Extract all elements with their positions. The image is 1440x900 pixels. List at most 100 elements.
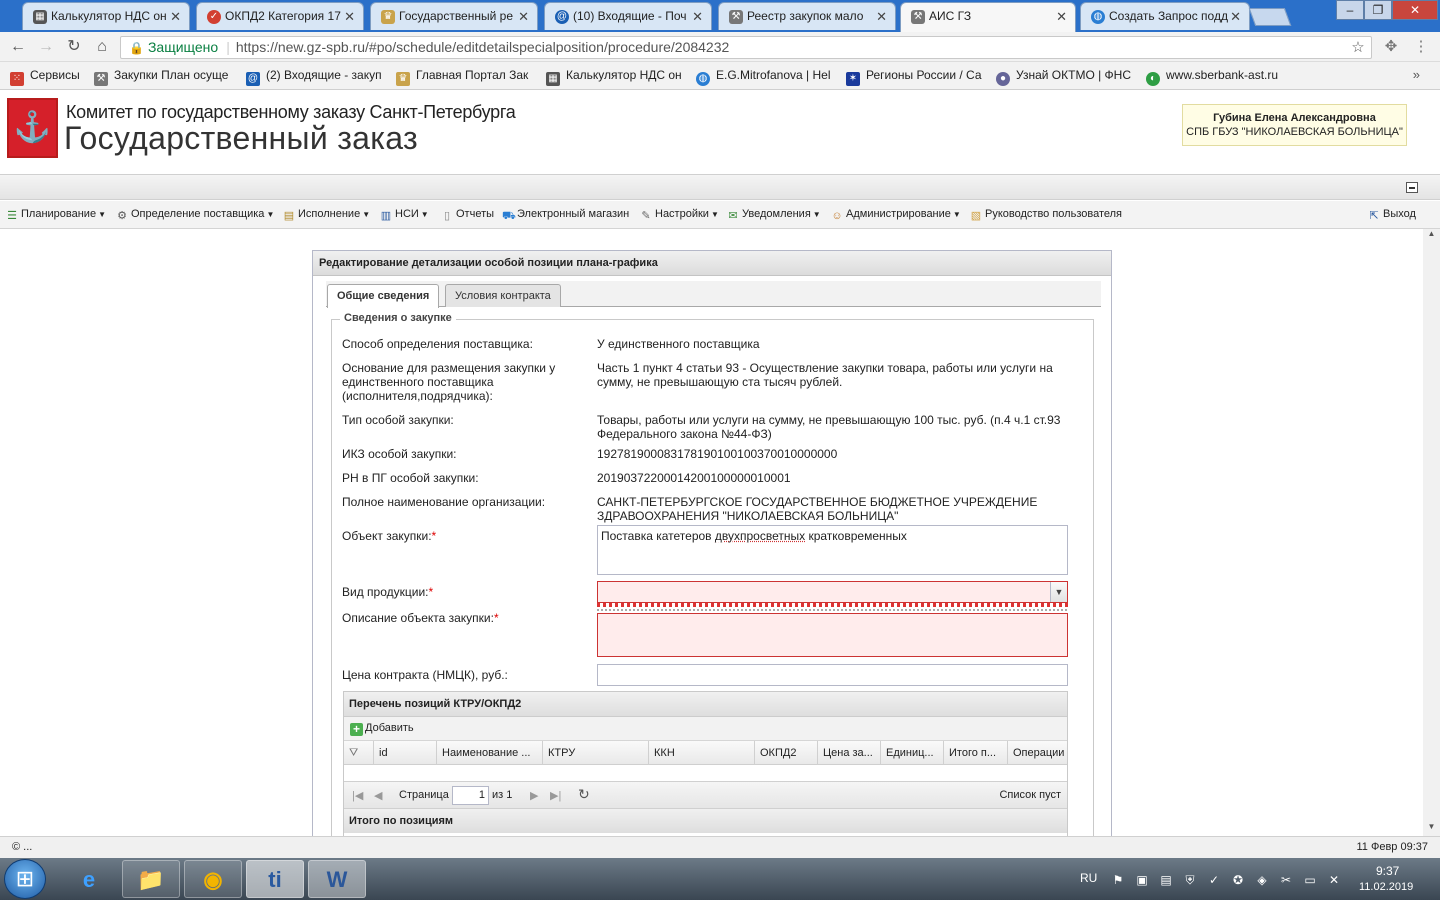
status-datetime: 11 Февр 09:37 — [1356, 841, 1429, 853]
menu-supplier-selection[interactable]: ⚙ Определение поставщика ▼ — [116, 208, 274, 222]
forward-arrow-icon[interactable]: → — [36, 37, 56, 57]
scroll-down-icon[interactable]: ▼ — [1423, 822, 1440, 836]
refresh-icon[interactable]: ↻ — [578, 786, 590, 803]
menu-reports[interactable]: ▯ Отчеты — [441, 208, 494, 222]
first-page-icon[interactable]: |◀ — [352, 789, 363, 802]
column-header[interactable]: ОКПД2 — [755, 741, 818, 765]
close-icon[interactable]: ✕ — [692, 3, 703, 30]
menu-e-shop[interactable]: ⛟Электронный магазин — [502, 208, 629, 222]
menu-user-guide[interactable]: ▧ Руководство пользователя — [970, 208, 1122, 222]
bookmark-apps[interactable]: ⁙ Сервисы — [10, 68, 90, 86]
browser-tab-5[interactable]: ⚒ Реестр закупок мало ✕ — [718, 2, 896, 30]
bookmarks-overflow-icon[interactable]: » — [1413, 67, 1420, 82]
secure-label: Защищено — [147, 39, 219, 55]
column-header[interactable]: ККН — [649, 741, 755, 765]
tray-icon[interactable]: ✪ — [1230, 872, 1246, 888]
next-page-icon[interactable]: ▶ — [530, 789, 538, 802]
chrome-icon[interactable]: ◉ — [184, 860, 242, 898]
purchase-object-textarea[interactable]: Поставка катетеров двухпросветных кратко… — [597, 525, 1068, 575]
bookmark-item[interactable]: ✶ Регионы России / Са — [846, 68, 986, 86]
browser-tab-1[interactable]: ▦ Калькулятор НДС он ✕ — [22, 2, 190, 30]
extension-icon[interactable]: ✥ — [1382, 38, 1400, 56]
close-icon[interactable]: ✕ — [1056, 3, 1067, 30]
column-header[interactable]: Цена за... — [818, 741, 881, 765]
page-header: ⚓ Комитет по государственному заказу Сан… — [0, 90, 1440, 174]
column-header[interactable]: Единиц... — [881, 741, 944, 765]
menu-administration[interactable]: ☺ Администрирование ▼ — [831, 208, 960, 222]
bookmark-star-icon[interactable]: ☆ — [1345, 37, 1371, 58]
bookmark-item[interactable]: ◐ www.sberbank-ast.ru — [1146, 68, 1296, 86]
scroll-up-icon[interactable]: ▲ — [1423, 229, 1440, 243]
bookmark-item[interactable]: ⚒ Закупки План осуще — [94, 68, 234, 86]
column-header[interactable]: КТРУ — [543, 741, 649, 765]
volume-muted-icon[interactable]: ✕ — [1326, 872, 1342, 888]
prev-page-icon[interactable]: ◀ — [374, 789, 382, 802]
network-icon[interactable]: ▭ — [1302, 872, 1318, 888]
column-header[interactable]: Итого п... — [944, 741, 1008, 765]
menu-planning[interactable]: ☰ Планирование ▼ — [6, 208, 106, 222]
browser-tab-7[interactable]: ◍ Создать Запрос подд ✕ — [1080, 2, 1250, 30]
page-label: Страница — [399, 789, 449, 801]
tray-icon[interactable]: ⛨ — [1182, 872, 1198, 888]
close-icon[interactable]: ✕ — [170, 3, 181, 30]
filter-icon[interactable]: ⛛ — [344, 741, 374, 765]
maximize-button[interactable]: ❐ — [1364, 0, 1392, 20]
minimize-button[interactable]: – — [1336, 0, 1364, 20]
tray-icon[interactable]: ✂ — [1278, 872, 1294, 888]
ie-icon[interactable]: e — [60, 860, 118, 898]
window-close-button[interactable]: ✕ — [1392, 0, 1438, 20]
word-icon[interactable]: W — [308, 860, 366, 898]
exit-button[interactable]: ⇱ Выход — [1368, 208, 1416, 222]
browser-tab-2[interactable]: ✓ ОКПД2 Категория 17 ✕ — [196, 2, 364, 30]
column-header[interactable]: Операции — [1008, 741, 1069, 765]
bookmark-item[interactable]: ● Узнай ОКТМО | ФНС — [996, 68, 1134, 86]
chrome-menu-icon[interactable]: ⋮ — [1412, 38, 1430, 56]
chevron-down-icon[interactable]: ▼ — [1050, 582, 1067, 602]
column-header[interactable]: Наименование ... — [437, 741, 543, 765]
url-field[interactable]: 🔒 Защищено | https://new.gz-spb.ru/#po/sche… — [120, 36, 1372, 59]
main-menu: ☰ Планирование ▼ ⚙ Определение поставщика ▼ … — [0, 201, 1440, 229]
collapse-header-button[interactable] — [1406, 182, 1418, 193]
tray-icon[interactable]: ▤ — [1158, 872, 1174, 888]
menu-settings[interactable]: ✎ Настройки ▼ — [640, 208, 718, 222]
home-icon[interactable]: ⌂ — [92, 37, 112, 57]
clock-date[interactable]: 11.02.2019 — [1359, 881, 1413, 893]
tab-contract-terms[interactable]: Условия контракта — [445, 284, 561, 307]
back-arrow-icon[interactable]: ← — [8, 37, 28, 57]
language-indicator[interactable]: RU — [1080, 871, 1097, 885]
close-icon[interactable]: ✕ — [518, 3, 529, 30]
menu-notifications[interactable]: ✉ Уведомления ▼ — [727, 208, 820, 222]
product-type-combobox[interactable]: ▼ — [597, 581, 1068, 603]
browser-tab-3[interactable]: ♛ Государственный ре ✕ — [370, 2, 538, 30]
new-tab-button[interactable] — [1248, 8, 1292, 26]
column-header[interactable]: id — [374, 741, 437, 765]
clock-time[interactable]: 9:37 — [1376, 864, 1399, 878]
ti-app-icon[interactable]: ti — [246, 860, 304, 898]
purchase-description-textarea[interactable] — [597, 613, 1068, 657]
reload-icon[interactable]: ↻ — [64, 37, 84, 57]
bookmark-item[interactable]: ◍ E.G.Mitrofanova | Hel — [696, 68, 832, 86]
browser-tab-4[interactable]: @ (10) Входящие - Поч ✕ — [544, 2, 712, 30]
page-scrollbar[interactable]: ▲ ▼ — [1423, 229, 1440, 836]
tray-icon[interactable]: ⚑ — [1110, 872, 1126, 888]
tray-icon[interactable]: ◈ — [1254, 872, 1270, 888]
bookmark-item[interactable]: ♛ Главная Портал Зак — [396, 68, 536, 86]
menu-execution[interactable]: ▤ Исполнение ▼ — [283, 208, 370, 222]
last-page-icon[interactable]: ▶| — [550, 789, 561, 802]
grid-header-row: ⛛ id Наименование ... КТРУ ККН ОКПД2 Цен… — [344, 741, 1067, 765]
tray-icon[interactable]: ▣ — [1134, 872, 1150, 888]
tray-icon[interactable]: ✓ — [1206, 872, 1222, 888]
add-position-button[interactable]: + Добавить — [350, 722, 414, 736]
close-icon[interactable]: ✕ — [876, 3, 887, 30]
browser-tab-active[interactable]: ⚒ АИС ГЗ ✕ — [900, 2, 1076, 32]
bookmark-item[interactable]: ▦ Калькулятор НДС он — [546, 68, 684, 86]
close-icon[interactable]: ✕ — [1230, 3, 1241, 30]
close-icon[interactable]: ✕ — [344, 3, 355, 30]
tab-general-info[interactable]: Общие сведения — [327, 284, 440, 308]
contract-price-input[interactable] — [597, 664, 1068, 686]
start-button[interactable] — [4, 859, 46, 899]
explorer-icon[interactable]: 📁 — [122, 860, 180, 898]
bookmark-item[interactable]: @ (2) Входящие - закуп — [246, 68, 384, 86]
page-number-input[interactable]: 1 — [452, 786, 489, 805]
menu-nsi[interactable]: ▥ НСИ ▼ — [380, 208, 429, 222]
